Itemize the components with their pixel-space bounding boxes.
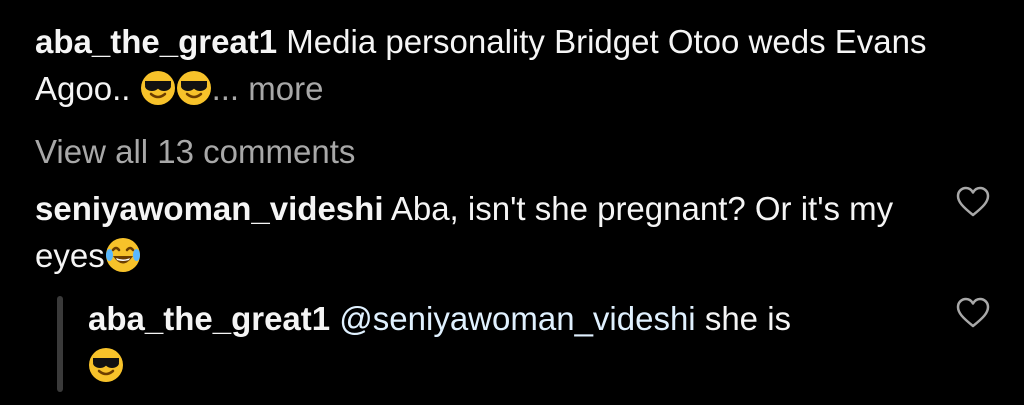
sunglasses-emoji-icon (140, 70, 176, 106)
like-comment-heart-icon[interactable] (955, 185, 991, 219)
caption-ellipsis: ... (211, 70, 240, 107)
tears-of-joy-emoji-icon (105, 237, 141, 273)
reply-thread-line (57, 296, 63, 392)
comment: seniyawoman_videshi Aba, isn't she pregn… (35, 185, 935, 279)
sunglasses-emoji-icon (88, 347, 124, 383)
view-all-comments-link[interactable]: View all 13 comments (35, 128, 355, 175)
comment-username[interactable]: seniyawoman_videshi (35, 190, 383, 227)
reply-mention[interactable]: @seniyawoman_videshi (339, 300, 695, 337)
more-link[interactable]: more (248, 70, 323, 107)
caption-username[interactable]: aba_the_great1 (35, 23, 277, 60)
like-reply-heart-icon[interactable] (955, 296, 991, 330)
reply-text: she is (704, 300, 792, 337)
sunglasses-emoji-icon (176, 70, 212, 106)
reply-username[interactable]: aba_the_great1 (88, 300, 330, 337)
reply: aba_the_great1 @seniyawoman_videshi she … (88, 295, 908, 389)
post-caption: aba_the_great1 Media personality Bridget… (35, 18, 975, 112)
